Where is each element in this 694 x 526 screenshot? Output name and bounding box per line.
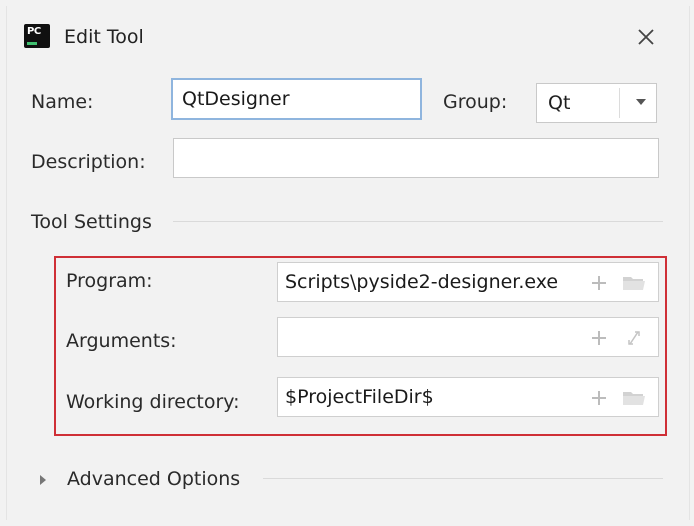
group-selected-value: Qt [548, 92, 571, 114]
folder-icon[interactable] [621, 272, 647, 294]
expand-icon[interactable] [621, 327, 647, 349]
chevron-down-icon [636, 99, 646, 105]
name-label: Name: [31, 91, 94, 113]
app-icon-text: PC [27, 26, 41, 37]
arguments-label: Arguments: [66, 330, 177, 352]
working-directory-value: $ProjectFileDir$ [285, 386, 434, 408]
tool-settings-heading: Tool Settings [31, 211, 152, 233]
program-label: Program: [66, 270, 153, 292]
close-icon [638, 29, 654, 45]
group-combobox[interactable]: Qt [536, 83, 657, 123]
folder-icon[interactable] [621, 387, 647, 409]
advanced-options-divider [263, 478, 663, 479]
working-directory-field[interactable]: $ProjectFileDir$ [277, 377, 659, 417]
edit-tool-dialog: PC Edit Tool Name: Group: Qt Description… [6, 6, 690, 520]
program-value: Scripts\pyside2-designer.exe [285, 271, 559, 293]
dialog-title: Edit Tool [64, 26, 144, 48]
chevron-right-icon [40, 475, 46, 485]
tool-settings-divider [173, 221, 663, 222]
group-label: Group: [443, 91, 508, 113]
insert-macro-icon[interactable] [589, 273, 609, 293]
working-directory-label: Working directory: [66, 391, 240, 413]
description-input[interactable] [173, 138, 659, 178]
description-label: Description: [31, 151, 146, 173]
pycharm-icon: PC [24, 24, 50, 48]
name-input[interactable] [171, 78, 422, 120]
program-field[interactable]: Scripts\pyside2-designer.exe [277, 262, 659, 302]
title-bar: PC Edit Tool [7, 6, 689, 58]
advanced-options-label: Advanced Options [67, 468, 241, 490]
arguments-field[interactable] [277, 317, 659, 357]
close-button[interactable] [629, 20, 663, 54]
insert-macro-icon[interactable] [589, 388, 609, 408]
insert-macro-icon[interactable] [589, 328, 609, 348]
